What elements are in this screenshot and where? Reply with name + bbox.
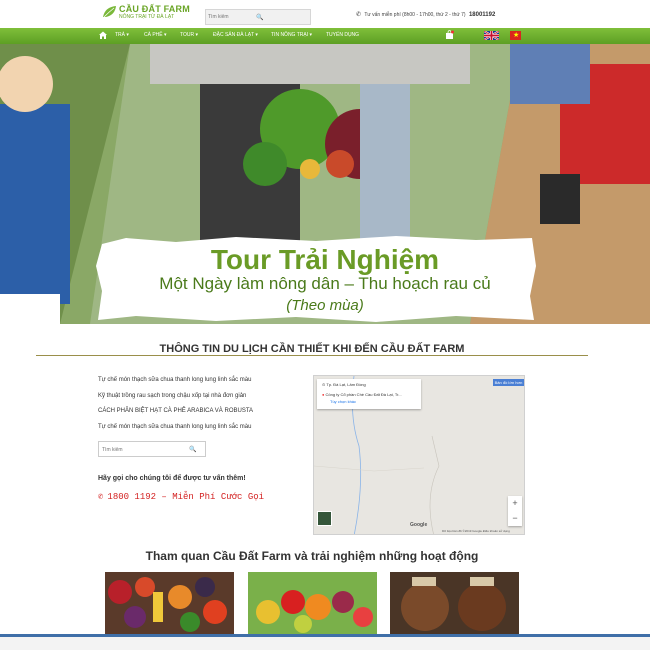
hotline-label: Tư vấn miễn phí (8h00 - 17h00, thứ 2 - t…	[364, 12, 466, 18]
hotline: ✆ Tư vấn miễn phí (8h00 - 17h00, thứ 2 -…	[356, 11, 495, 18]
tour-card-fruits[interactable]	[105, 572, 234, 634]
hero-subtitle: Một Ngày làm nông dân – Thu hoạch rau củ	[159, 274, 491, 293]
english-flag-icon[interactable]	[484, 31, 499, 40]
fruits-photo	[105, 572, 234, 634]
nav-item-tour[interactable]: TOUR ▾	[180, 32, 198, 38]
page-bottom-strip	[0, 637, 650, 650]
sidebar-search-input[interactable]	[102, 444, 182, 455]
header-search: 🔍	[205, 9, 311, 25]
search-icon[interactable]: 🔍	[189, 446, 196, 453]
phone-icon: ✆	[356, 12, 362, 18]
hero-banner: Tour Trải Nghiệm Một Ngày làm nông dân –…	[0, 44, 650, 324]
cart-icon[interactable]	[445, 30, 454, 40]
hotline-number[interactable]: 18001192	[469, 12, 495, 18]
google-logo: Google	[410, 522, 428, 528]
map-zoom-control: + −	[508, 496, 522, 526]
main-nav: TRÀ ▾ CÀ PHÊ ▾ TOUR ▾ ĐẶC SẢN ĐÀ LẠT ▾ T…	[0, 28, 650, 44]
vietnam-flag-icon[interactable]: ★	[510, 31, 521, 40]
call-prompt: Hãy gọi cho chúng tôi để được tư vấn thê…	[98, 475, 246, 482]
map-info-card: ⊙ Tp. Đà Lạt, Lâm Đồng ● Công ty Cổ phần…	[317, 379, 421, 409]
coffee-photo	[390, 572, 519, 634]
map-attribution: Dữ liệu bản đồ ©2019 Google Điều khoản s…	[442, 529, 510, 533]
nav-item-tra[interactable]: TRÀ ▾	[115, 32, 129, 38]
nav-item-tin-nong-trai[interactable]: TIN NÔNG TRẠI ▾	[271, 32, 312, 38]
nav-item-tuyen-dung[interactable]: TUYỂN DỤNG	[326, 32, 359, 38]
larger-map-button[interactable]: Bản đồ lớn hơn	[493, 379, 524, 386]
nav-item-dac-san[interactable]: ĐẶC SẢN ĐÀ LẠT ▾	[213, 32, 258, 38]
map-company: ● Công ty Cổ phần Chè Cầu Đất Đà Lạt, Tr…	[322, 392, 402, 397]
logo-title: CẦU ĐẤT FARM	[119, 4, 190, 14]
produce-photo	[248, 572, 377, 634]
tour-card-produce[interactable]	[248, 572, 377, 634]
site-logo[interactable]: CẦU ĐẤT FARM NÔNG TRẠI TỪ ĐÀ LẠT	[102, 4, 190, 22]
hero-season-note: (Theo mùa)	[286, 297, 364, 314]
map-location: ⊙ Tp. Đà Lạt, Lâm Đồng	[322, 382, 366, 387]
article-link[interactable]: Tự chế món thạch sữa chua thanh long lun…	[98, 377, 251, 383]
hero-title: Tour Trải Nghiệm	[210, 244, 440, 275]
search-icon[interactable]: 🔍	[256, 14, 263, 21]
map-more-link[interactable]: Tùy chọn khác	[330, 399, 356, 404]
zoom-out-button[interactable]: −	[508, 511, 522, 526]
call-phone-link[interactable]: ✆ 1800 1192 – Miễn Phí Cước Gọi	[98, 492, 264, 502]
nav-item-ca-phe[interactable]: CÀ PHÊ ▾	[144, 32, 167, 38]
article-link[interactable]: Kỹ thuật trồng rau sạch trong chậu xốp t…	[98, 393, 246, 399]
logo-subtitle: NÔNG TRẠI TỪ ĐÀ LẠT	[119, 14, 175, 20]
home-icon[interactable]	[99, 31, 107, 39]
article-link[interactable]: CÁCH PHÂN BIỆT HẠT CÀ PHÊ ARABICA VÀ ROB…	[98, 408, 253, 414]
call-phone-text: 1800 1192 – Miễn Phí Cước Gọi	[107, 492, 265, 502]
site-header: CẦU ĐẤT FARM NÔNG TRẠI TỪ ĐÀ LẠT 🔍 ✆ Tư …	[0, 0, 650, 28]
logo-leaf-icon	[103, 6, 116, 18]
section-divider	[36, 355, 588, 356]
header-search-input[interactable]	[208, 11, 288, 23]
info-section-title: THÔNG TIN DU LỊCH CẦN THIẾT KHI ĐẾN CẦU …	[159, 343, 465, 355]
tours-section-title: Tham quan Cầu Đất Farm và trải nghiệm nh…	[145, 549, 479, 563]
article-link[interactable]: Tự chế món thạch sữa chua thanh long lun…	[98, 424, 251, 430]
zoom-in-button[interactable]: +	[508, 496, 522, 511]
satellite-toggle[interactable]	[317, 511, 332, 526]
google-map[interactable]: ⊙ Tp. Đà Lạt, Lâm Đồng ● Công ty Cổ phần…	[313, 375, 525, 535]
phone-icon: ✆	[98, 492, 104, 502]
sidebar-search: 🔍	[98, 441, 206, 457]
tour-card-coffee[interactable]	[390, 572, 519, 634]
